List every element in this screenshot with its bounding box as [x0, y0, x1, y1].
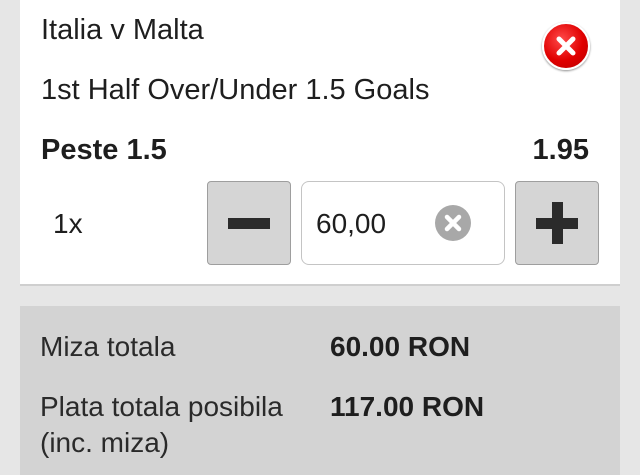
bet-slip-card: Italia v Malta 1st Half Over/Under 1.5 G… [20, 0, 620, 286]
potential-payout-note: (inc. miza) [40, 427, 170, 458]
event-title: Italia v Malta [41, 14, 204, 46]
bet-summary: Miza totala 60.00 RON Plata totala posib… [20, 306, 620, 475]
bet-multiplier: 1x [53, 208, 83, 239]
decrease-stake-button[interactable] [207, 181, 291, 265]
minus-icon [228, 218, 270, 229]
market-name: 1st Half Over/Under 1.5 Goals [41, 74, 430, 106]
selection-name: Peste 1.5 [41, 134, 167, 166]
close-x-icon [556, 36, 576, 56]
plus-icon-vertical [552, 202, 563, 244]
total-stake-value: 60.00 RON [330, 331, 471, 362]
increase-stake-button[interactable] [515, 181, 599, 265]
total-stake-label: Miza totala [40, 331, 176, 362]
potential-payout-label: Plata totala posibila [40, 391, 283, 422]
stake-input[interactable] [316, 204, 436, 244]
remove-bet-button[interactable] [542, 22, 590, 70]
clear-stake-button[interactable] [435, 205, 471, 241]
odds-value: 1.95 [532, 134, 589, 166]
potential-payout-value: 117.00 RON [330, 391, 485, 422]
stake-field[interactable] [301, 181, 505, 265]
clear-x-icon [444, 214, 462, 232]
